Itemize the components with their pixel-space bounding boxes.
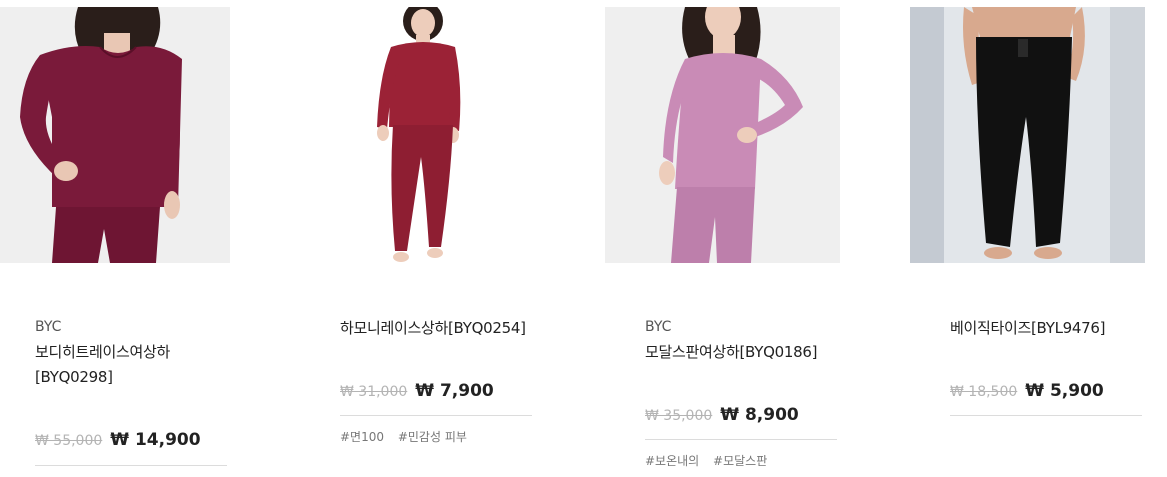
model-photo-illustration <box>910 7 1145 263</box>
product-name-line[interactable]: 베이직타이즈[BYL9476] <box>950 316 1150 341</box>
tag-list: #보온내의 #모달스판 <box>645 452 777 469</box>
product-image[interactable] <box>0 7 230 263</box>
model-photo-illustration <box>303 7 535 263</box>
product-image[interactable] <box>303 7 535 263</box>
original-price: ₩ 31,000 <box>340 384 408 400</box>
product-image[interactable] <box>910 7 1145 263</box>
model-photo-illustration <box>0 7 230 263</box>
model-photo-illustration <box>605 7 840 263</box>
product-name-line[interactable]: [BYQ0298] <box>35 365 235 390</box>
hashtag[interactable]: #모달스판 <box>713 454 767 468</box>
tag-list: #면100 #민감성 피부 <box>340 428 477 445</box>
product-brand: BYC <box>645 319 672 335</box>
hashtag[interactable]: #민감성 피부 <box>398 430 467 444</box>
divider <box>340 415 532 416</box>
sale-price: ₩ 7,900 <box>415 381 494 401</box>
product-brand: BYC <box>35 319 62 335</box>
original-price: ₩ 35,000 <box>645 408 713 424</box>
divider <box>645 439 837 440</box>
original-price: ₩ 18,500 <box>950 384 1018 400</box>
product-name-line[interactable]: 하모니레이스상하[BYQ0254] <box>340 316 550 341</box>
product-name[interactable]: 베이직타이즈[BYL9476] <box>950 316 1150 341</box>
divider <box>950 415 1142 416</box>
product-name[interactable]: 모달스판여상하[BYQ0186] <box>645 340 855 365</box>
sale-price: ₩ 14,900 <box>110 430 201 450</box>
hashtag[interactable]: #보온내의 <box>645 454 699 468</box>
product-name-line[interactable]: 모달스판여상하[BYQ0186] <box>645 340 855 365</box>
divider <box>35 465 227 466</box>
sale-price: ₩ 5,900 <box>1025 381 1104 401</box>
original-price: ₩ 55,000 <box>35 433 103 449</box>
product-image[interactable] <box>605 7 840 263</box>
product-name[interactable]: 보디히트레이스여상하 [BYQ0298] <box>35 340 235 390</box>
sale-price: ₩ 8,900 <box>720 405 799 425</box>
hashtag[interactable]: #면100 <box>340 430 384 444</box>
product-name-line[interactable]: 보디히트레이스여상하 <box>35 340 235 365</box>
product-name[interactable]: 하모니레이스상하[BYQ0254] <box>340 316 550 341</box>
